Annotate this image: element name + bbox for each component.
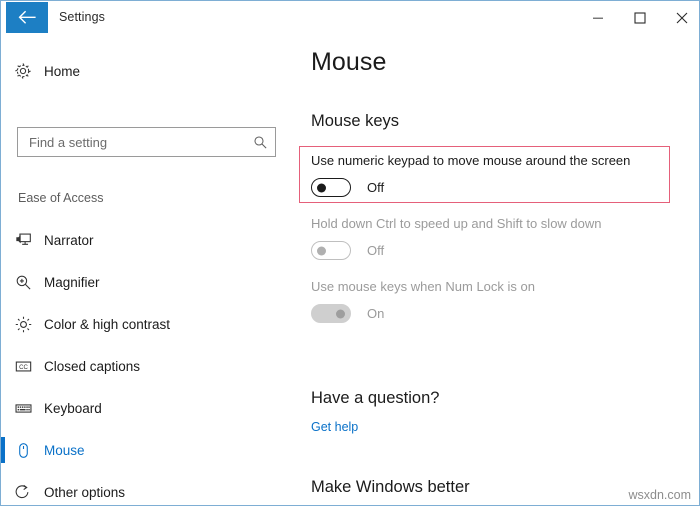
setting-num-lock: Use mouse keys when Num Lock is on On: [311, 279, 535, 323]
mouse-icon: [2, 442, 44, 459]
maximize-button[interactable]: [617, 2, 662, 33]
back-arrow-icon: [18, 10, 37, 25]
watermark: wsxdn.com: [628, 488, 691, 502]
setting-label: Use mouse keys when Num Lock is on: [311, 279, 535, 295]
section-heading-make-windows-better: Make Windows better: [311, 478, 470, 497]
toggle-hold-ctrl-shift: [311, 241, 351, 260]
sidebar-item-label: Keyboard: [44, 401, 102, 416]
setting-label: Use numeric keypad to move mouse around …: [311, 153, 630, 169]
sidebar-item-label: Other options: [44, 485, 125, 500]
svg-text:CC: CC: [19, 365, 28, 371]
close-button[interactable]: [659, 2, 700, 33]
gear-icon: [2, 62, 44, 80]
sidebar-item-label: Closed captions: [44, 359, 140, 374]
section-heading-mouse-keys: Mouse keys: [311, 112, 399, 131]
setting-hold-ctrl-shift: Hold down Ctrl to speed up and Shift to …: [311, 216, 602, 260]
section-heading-have-a-question: Have a question?: [311, 389, 439, 408]
search-icon: [245, 135, 275, 150]
toggle-state-label: Off: [367, 180, 384, 195]
sidebar-item-other-options[interactable]: Other options: [2, 471, 294, 506]
toggle-num-lock: [311, 304, 351, 323]
toggle-knob: [317, 183, 326, 192]
power-options-icon: [2, 484, 44, 501]
sidebar-item-narrator[interactable]: Narrator: [2, 219, 294, 261]
sidebar-item-magnifier[interactable]: Magnifier: [2, 261, 294, 303]
minimize-button[interactable]: [575, 2, 620, 33]
sidebar-item-label: Mouse: [44, 443, 85, 458]
setting-use-numeric-keypad: Use numeric keypad to move mouse around …: [311, 153, 630, 197]
search-box[interactable]: [17, 127, 276, 157]
settings-window: Settings: [0, 0, 700, 506]
toggle-state-label: On: [367, 306, 384, 321]
toggle-knob: [317, 246, 326, 255]
title-bar: Settings: [1, 1, 699, 34]
setting-label: Hold down Ctrl to speed up and Shift to …: [311, 216, 602, 232]
page-title: Mouse: [311, 48, 387, 77]
sidebar-item-mouse[interactable]: Mouse: [2, 429, 294, 471]
toggle-row: Off: [311, 178, 630, 197]
sidebar-home-label: Home: [44, 64, 80, 79]
sidebar-item-home[interactable]: Home: [2, 54, 294, 88]
closed-caption-icon: CC: [2, 358, 44, 375]
toggle-row: Off: [311, 241, 602, 260]
toggle-knob: [336, 309, 345, 318]
sidebar-item-list: Narrator Magnifier: [2, 219, 294, 506]
sidebar-group-title: Ease of Access: [18, 191, 103, 205]
sidebar-item-label: Magnifier: [44, 275, 100, 290]
close-icon: [676, 12, 688, 24]
keyboard-icon: [2, 400, 44, 417]
narrator-icon: [2, 232, 44, 249]
window-title: Settings: [59, 10, 105, 24]
sidebar: Home Ease of Access: [2, 34, 294, 506]
minimize-icon: [592, 12, 604, 24]
maximize-icon: [634, 12, 646, 24]
sidebar-item-color-high-contrast[interactable]: Color & high contrast: [2, 303, 294, 345]
content-pane: Mouse Mouse keys Use numeric keypad to m…: [294, 34, 700, 506]
sidebar-item-label: Color & high contrast: [44, 317, 170, 332]
sidebar-item-label: Narrator: [44, 233, 94, 248]
toggle-use-numeric-keypad[interactable]: [311, 178, 351, 197]
back-button[interactable]: [6, 2, 48, 33]
brightness-icon: [2, 316, 44, 333]
sidebar-item-closed-captions[interactable]: CC Closed captions: [2, 345, 294, 387]
get-help-link[interactable]: Get help: [311, 420, 358, 434]
toggle-state-label: Off: [367, 243, 384, 258]
search-input[interactable]: [18, 135, 245, 150]
toggle-row: On: [311, 304, 535, 323]
sidebar-item-keyboard[interactable]: Keyboard: [2, 387, 294, 429]
magnifier-icon: [2, 274, 44, 291]
